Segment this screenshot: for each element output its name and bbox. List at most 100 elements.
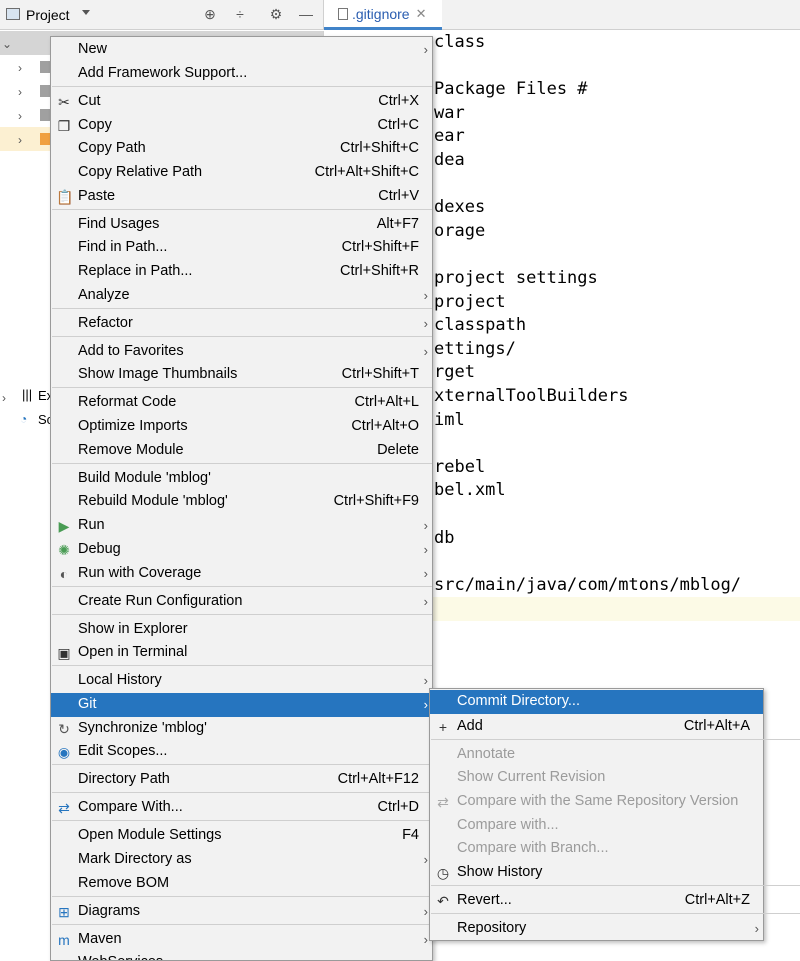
menu-item-revert[interactable]: ↶ Revert... Ctrl+Alt+Z (430, 889, 763, 913)
menu-item-remove-module[interactable]: Remove Module Delete (51, 439, 432, 463)
menu-item-add-framework-support[interactable]: Add Framework Support... (51, 62, 432, 86)
menu-item-label: Run (78, 517, 105, 533)
menu-item-synchronize-mblog[interactable]: ↻ Synchronize 'mblog' (51, 717, 432, 741)
chevron-right-icon: › (423, 594, 428, 609)
menu-item-create-run-configuration[interactable]: Create Run Configuration › (51, 590, 432, 614)
menu-item-label: Add (457, 718, 483, 734)
menu-item-shortcut: Ctrl+Alt+A (683, 718, 750, 734)
code-line: war (434, 102, 465, 123)
menu-item-add[interactable]: + Add Ctrl+Alt+A (430, 715, 763, 739)
menu-item-edit-scopes[interactable]: ◉ Edit Scopes... (51, 740, 432, 764)
chevron-right-icon: › (423, 566, 428, 581)
menu-item-analyze[interactable]: Analyze › (51, 284, 432, 308)
menu-item-new[interactable]: New › (51, 38, 432, 62)
menu-item-shortcut: Ctrl+X (378, 93, 419, 109)
menu-item-label: Commit Directory... (457, 693, 580, 709)
menu-item-run[interactable]: ▶ Run › (51, 514, 432, 538)
menu-item-label: Replace in Path... (78, 263, 193, 279)
chevron-right-icon: › (423, 673, 428, 688)
close-icon[interactable]: ✕ (416, 6, 427, 22)
menu-item-cut[interactable]: ✂ Cut Ctrl+X (51, 90, 432, 114)
project-panel-title[interactable]: Project (26, 7, 70, 23)
menu-item-label: Show Current Revision (457, 769, 606, 785)
chevron-right-icon[interactable]: › (18, 85, 22, 99)
menu-item-shortcut: F4 (402, 827, 419, 843)
libraries-icon: ||| (22, 387, 33, 402)
menu-item-run-with-coverage[interactable]: ◐ Run with Coverage › (51, 562, 432, 586)
menu-item-show-in-explorer[interactable]: Show in Explorer (51, 618, 432, 642)
menu-item-replace-in-path[interactable]: Replace in Path... Ctrl+Shift+R (51, 260, 432, 284)
menu-item-build-module-mblog[interactable]: Build Module 'mblog' (51, 467, 432, 491)
menu-item-refactor[interactable]: Refactor › (51, 312, 432, 336)
menu-item-label: Add to Favorites (78, 343, 184, 359)
menu-item-maven[interactable]: m Maven › (51, 928, 432, 952)
menu-item-add-to-favorites[interactable]: Add to Favorites › (51, 340, 432, 364)
compare-icon: ⇄ (437, 794, 449, 810)
chevron-right-icon[interactable]: › (18, 109, 22, 123)
menu-item-label: Compare with... (457, 817, 559, 833)
menu-item-label: Edit Scopes... (78, 743, 168, 759)
menu-item-copy[interactable]: ❐ Copy Ctrl+C (51, 114, 432, 138)
menu-item-git[interactable]: Git › (51, 693, 432, 717)
menu-item-shortcut: Ctrl+Shift+T (341, 366, 419, 382)
menu-item-shortcut: Ctrl+D (377, 799, 420, 815)
chevron-right-icon[interactable]: › (18, 133, 22, 147)
menu-item-compare-with[interactable]: ⇄ Compare With... Ctrl+D (51, 796, 432, 820)
chevron-down-icon[interactable] (82, 10, 90, 15)
chevron-right-icon: › (423, 288, 428, 303)
gear-icon[interactable]: ⚙ (268, 6, 284, 22)
menu-item-label: Add Framework Support... (78, 65, 248, 81)
menu-item-shortcut: Ctrl+Shift+C (340, 140, 419, 156)
menu-item-open-module-settings[interactable]: Open Module Settings F4 (51, 824, 432, 848)
menu-item-remove-bom[interactable]: Remove BOM (51, 872, 432, 896)
menu-item-open-in-terminal[interactable]: ▣ Open in Terminal (51, 641, 432, 665)
chevron-right-icon: › (423, 344, 428, 359)
menu-item-local-history[interactable]: Local History › (51, 669, 432, 693)
menu-item-show-history[interactable]: ◷ Show History (430, 861, 763, 885)
chevron-right-icon[interactable]: › (18, 61, 22, 75)
code-line: classpath (434, 315, 527, 336)
menu-item-copy-relative-path[interactable]: Copy Relative Path Ctrl+Alt+Shift+C (51, 161, 432, 185)
menu-separator (52, 614, 432, 615)
menu-item-find-usages[interactable]: Find Usages Alt+F7 (51, 213, 432, 237)
menu-item-webservices[interactable]: WebServices › (51, 951, 432, 960)
file-icon (338, 7, 348, 20)
menu-item-compare-with: Compare with... (430, 814, 763, 838)
tab-label: .gitignore (352, 5, 410, 22)
menu-item-label: Optimize Imports (78, 418, 188, 434)
menu-item-rebuild-module-mblog[interactable]: Rebuild Module 'mblog' Ctrl+Shift+F9 (51, 490, 432, 514)
menu-item-mark-directory-as[interactable]: Mark Directory as › (51, 848, 432, 872)
plus-icon: + (438, 719, 448, 735)
code-line: Package Files # (434, 79, 588, 100)
menu-item-label: Create Run Configuration (78, 593, 243, 609)
collapse-icon[interactable]: ÷ (232, 6, 248, 22)
menu-item-compare-with-branch: Compare with Branch... (430, 837, 763, 861)
chevron-down-icon[interactable]: ⌄ (2, 37, 12, 51)
menu-item-optimize-imports[interactable]: Optimize Imports Ctrl+Alt+O (51, 415, 432, 439)
editor-tab-bar: .gitignore ✕ (323, 0, 800, 30)
menu-item-show-current-revision: Show Current Revision (430, 766, 763, 790)
menu-item-repository[interactable]: Repository › (430, 917, 763, 941)
menu-item-commit-directory[interactable]: Commit Directory... (430, 690, 763, 714)
menu-separator (52, 820, 432, 821)
code-line: iml (434, 409, 465, 430)
menu-item-paste[interactable]: 📋 Paste Ctrl+V (51, 185, 432, 209)
menu-item-debug[interactable]: ✺ Debug › (51, 538, 432, 562)
menu-item-annotate: Annotate (430, 743, 763, 767)
menu-item-copy-path[interactable]: Copy Path Ctrl+Shift+C (51, 137, 432, 161)
menu-item-diagrams[interactable]: ⊞ Diagrams › (51, 900, 432, 924)
context-menu: New › Add Framework Support... ✂ Cut Ctrl+X ❐ C… (50, 36, 433, 961)
menu-item-find-in-path[interactable]: Find in Path... Ctrl+Shift+F (51, 236, 432, 260)
menu-separator (52, 924, 432, 925)
menu-separator (52, 665, 432, 666)
locate-icon[interactable]: ⊕ (202, 6, 218, 22)
menu-item-reformat-code[interactable]: Reformat Code Ctrl+Alt+L (51, 391, 432, 415)
menu-item-show-image-thumbnails[interactable]: Show Image Thumbnails Ctrl+Shift+T (51, 363, 432, 387)
code-line: dexes (434, 197, 486, 218)
minimize-icon[interactable]: — (298, 6, 314, 22)
chevron-right-icon[interactable]: › (2, 391, 6, 405)
menu-item-shortcut: Delete (377, 442, 419, 458)
chevron-right-icon: › (424, 951, 428, 960)
menu-item-directory-path[interactable]: Directory Path Ctrl+Alt+F12 (51, 768, 432, 792)
tab-gitignore[interactable]: .gitignore ✕ (324, 0, 442, 30)
